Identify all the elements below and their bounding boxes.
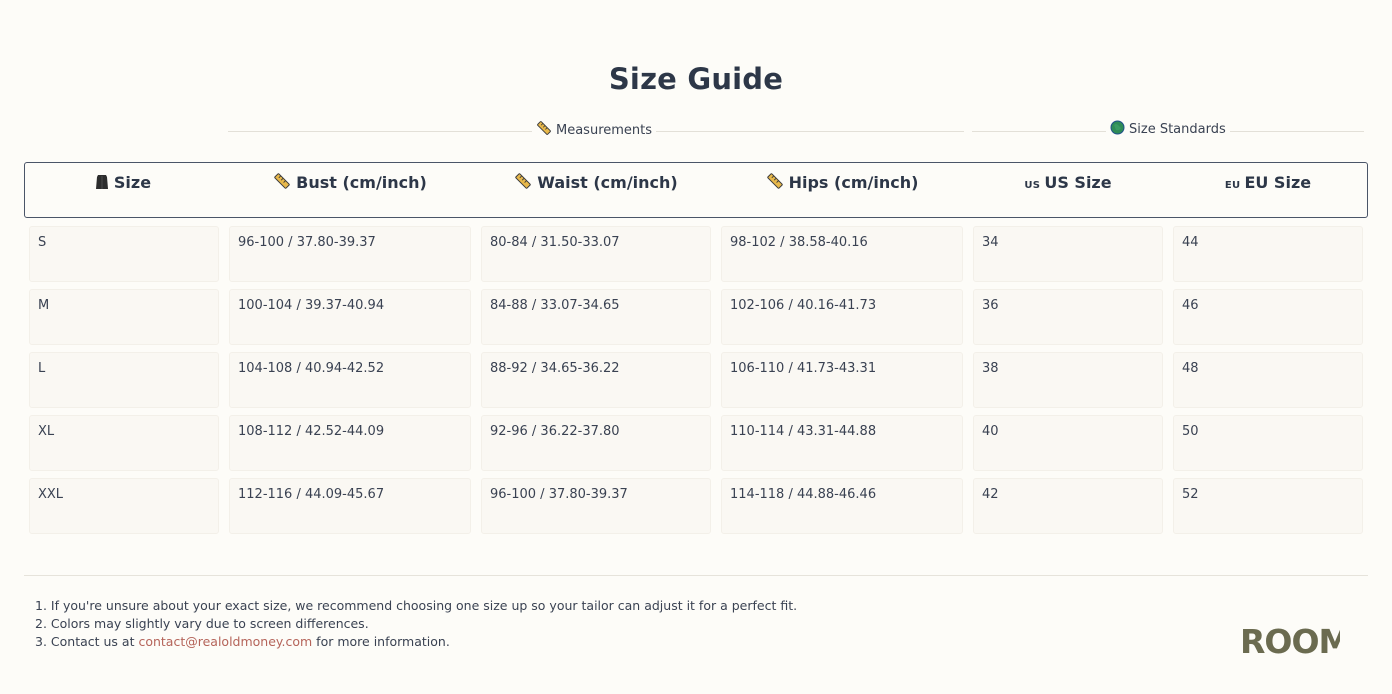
- cell-us-size: 36: [973, 289, 1163, 345]
- clothing-icon: [95, 165, 109, 205]
- cell-size: XXL: [29, 478, 219, 534]
- contact-email-link[interactable]: contact@realoldmoney.com: [138, 634, 312, 649]
- column-header-eu-size: EU EU Size: [1224, 173, 1312, 192]
- column-header-bust: Bust (cm/inch): [229, 163, 471, 217]
- cell-hips: 114-118 / 44.88-46.46: [721, 478, 963, 534]
- cell-bust: 108-112 / 42.52-44.09: [229, 415, 471, 471]
- note-3: 3. Contact us at contact@realoldmoney.co…: [35, 634, 450, 649]
- table-header: Size Bust (cm/inch) Waist (cm/inch) Hips…: [24, 162, 1368, 218]
- cell-waist: 80-84 / 31.50-33.07: [481, 226, 711, 282]
- standards-group: Size Standards: [972, 120, 1364, 142]
- cell-bust: 96-100 / 37.80-39.37: [229, 226, 471, 282]
- cell-us-size: 38: [973, 352, 1163, 408]
- cell-eu-size: 50: [1173, 415, 1363, 471]
- ruler-icon: [514, 165, 532, 205]
- note-2: 2. Colors may slightly vary due to scree…: [35, 616, 369, 631]
- globe-icon: [1110, 120, 1125, 139]
- footer-divider: [24, 575, 1368, 576]
- cell-bust: 112-116 / 44.09-45.67: [229, 478, 471, 534]
- notes: 1. If you're unsure about your exact siz…: [35, 597, 797, 651]
- ruler-icon: [273, 165, 291, 205]
- cell-hips: 102-106 / 40.16-41.73: [721, 289, 963, 345]
- column-header-size: Size: [25, 163, 221, 217]
- eu-flag-icon: EU: [1224, 180, 1241, 191]
- cell-bust: 104-108 / 40.94-42.52: [229, 352, 471, 408]
- note-1: 1. If you're unsure about your exact siz…: [35, 598, 798, 613]
- cell-us-size: 34: [973, 226, 1163, 282]
- cell-us-size: 40: [973, 415, 1163, 471]
- size-guide-page: Size Guide Measurements Size Standards S…: [0, 0, 1392, 694]
- brand-logo: ROOM: [1240, 622, 1351, 662]
- cell-waist: 92-96 / 36.22-37.80: [481, 415, 711, 471]
- cell-hips: 98-102 / 38.58-40.16: [721, 226, 963, 282]
- cell-size: S: [29, 226, 219, 282]
- logo-text: ROOM: [1240, 624, 1340, 658]
- column-header-waist: Waist (cm/inch): [481, 163, 711, 217]
- cell-waist: 84-88 / 33.07-34.65: [481, 289, 711, 345]
- us-flag-icon: US: [1024, 180, 1041, 191]
- cell-bust: 100-104 / 39.37-40.94: [229, 289, 471, 345]
- cell-size: M: [29, 289, 219, 345]
- cell-hips: 106-110 / 41.73-43.31: [721, 352, 963, 408]
- cell-size: L: [29, 352, 219, 408]
- cell-eu-size: 48: [1173, 352, 1363, 408]
- cell-size: XL: [29, 415, 219, 471]
- measurements-group: Measurements: [228, 120, 964, 142]
- cell-eu-size: 44: [1173, 226, 1363, 282]
- cell-hips: 110-114 / 43.31-44.88: [721, 415, 963, 471]
- measurements-group-label: Measurements: [532, 120, 657, 140]
- cell-us-size: 42: [973, 478, 1163, 534]
- standards-group-label: Size Standards: [1106, 120, 1230, 139]
- column-header-hips: Hips (cm/inch): [721, 163, 963, 217]
- page-title: Size Guide: [608, 62, 784, 96]
- cell-waist: 96-100 / 37.80-39.37: [481, 478, 711, 534]
- cell-eu-size: 52: [1173, 478, 1363, 534]
- ruler-icon: [766, 165, 784, 205]
- cell-eu-size: 46: [1173, 289, 1363, 345]
- ruler-icon: [536, 120, 552, 140]
- cell-waist: 88-92 / 34.65-36.22: [481, 352, 711, 408]
- column-header-us-size: US US Size: [1024, 173, 1112, 192]
